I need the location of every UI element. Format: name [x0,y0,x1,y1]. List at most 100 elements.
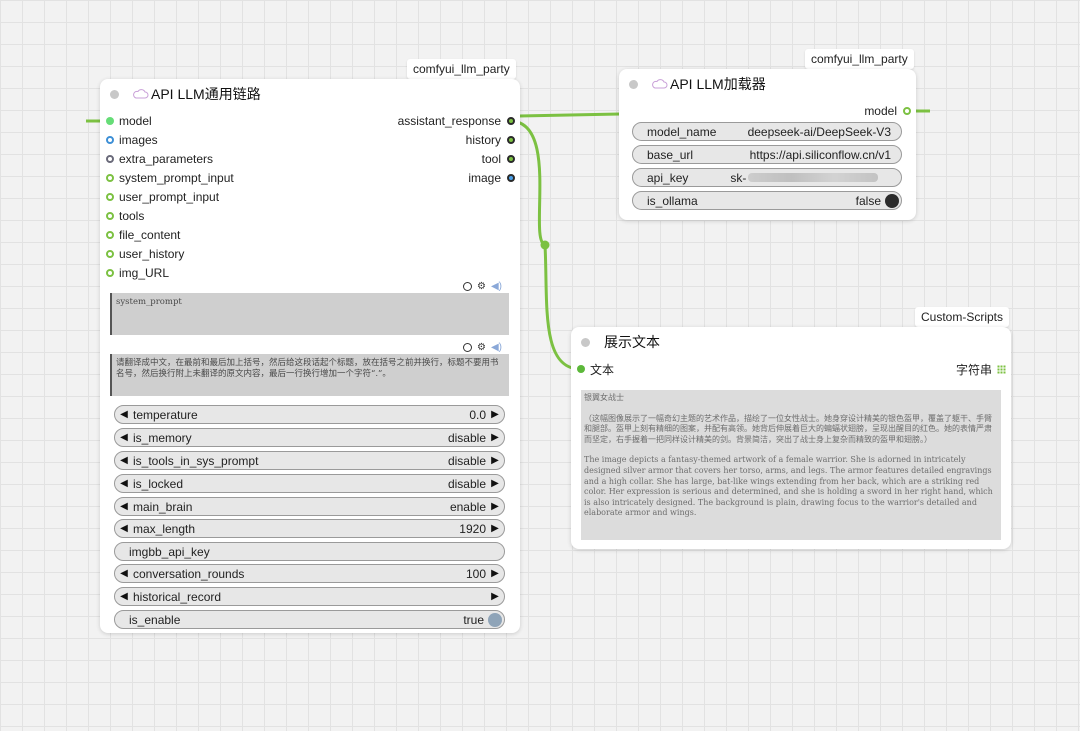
slot-dot-icon[interactable] [106,193,114,201]
widget-historical-record[interactable]: ◀ historical_record ▶ [114,587,505,606]
slot-label: assistant_response [397,114,501,128]
increment-arrow-icon[interactable]: ▶ [486,455,504,466]
preview-title: 银翼女战士 [584,393,624,402]
circle-icon[interactable] [463,343,472,352]
collapse-dot-icon[interactable] [110,89,119,99]
output-slot-string[interactable]: 字符串 [956,360,1006,378]
slot-dot-icon[interactable] [106,155,114,163]
text-preview-area[interactable]: 银翼女战士 （这幅图像展示了一幅奇幻主题的艺术作品，描绘了一位女性战士。她身穿设… [581,390,1001,540]
node-title-bar[interactable]: 展示文本 [571,327,1011,357]
input-slot-tools[interactable]: tools [106,207,144,225]
slot-label: tools [119,209,145,223]
increment-arrow-icon[interactable]: ▶ [486,432,504,443]
field-api-key[interactable]: api_key sk- [632,168,902,187]
decrement-arrow-icon[interactable]: ◀ [115,478,133,489]
widget-label: conversation_rounds [133,566,245,581]
input-slot-img-url[interactable]: img_URL [106,264,169,282]
slot-dot-icon[interactable] [106,231,114,239]
toggle-knob-icon[interactable] [885,193,899,208]
speaker-icon[interactable]: ◀) [491,281,502,292]
show-text-node[interactable]: 展示文本 文本 字符串 银翼女战士 （这幅图像展示了一幅奇幻主题的艺术作品，描绘… [571,327,1011,549]
slot-label: tool [481,152,501,166]
llm-chain-node[interactable]: API LLM通用链路 model images extra_parameter… [100,79,520,633]
slot-dot-icon[interactable] [106,212,114,220]
output-slot-image[interactable]: image [468,169,515,187]
increment-arrow-icon[interactable]: ▶ [486,501,504,512]
slot-label: system_prompt_input [119,171,234,185]
increment-arrow-icon[interactable]: ▶ [486,409,504,420]
input-slot-user-history[interactable]: user_history [106,245,184,263]
widget-value: false [855,193,881,208]
input-slot-text[interactable]: 文本 [577,360,614,378]
api-key-prefix: sk- [730,170,747,185]
user-prompt-text: 请翻译成中文，在最前和最后加上括号，然后给这段话起个标题，放在括号之前并换行，标… [116,358,499,379]
widget-main-brain[interactable]: ◀ main_brain enable ▶ [114,497,505,516]
widget-is-tools-in-sys-prompt[interactable]: ◀ is_tools_in_sys_prompt disable ▶ [114,451,505,470]
decrement-arrow-icon[interactable]: ◀ [115,568,133,579]
slot-dot-icon[interactable] [106,174,114,182]
node-title-bar[interactable]: API LLM加载器 [619,69,916,99]
decrement-arrow-icon[interactable]: ◀ [115,591,133,602]
widget-is-enable[interactable]: is_enable true [114,610,505,629]
output-slot-assistant-response[interactable]: assistant_response [398,112,515,130]
field-base-url[interactable]: base_url https://api.siliconflow.cn/v1 [632,145,902,164]
speaker-icon[interactable]: ◀) [491,342,502,353]
slot-dot-icon[interactable] [507,117,515,125]
decrement-arrow-icon[interactable]: ◀ [115,501,133,512]
llm-loader-node[interactable]: API LLM加载器 model model_name deepseek-ai/… [619,69,916,220]
slot-dot-icon[interactable] [106,269,114,277]
increment-arrow-icon[interactable]: ▶ [486,568,504,579]
slot-dot-icon[interactable] [507,174,515,182]
input-slot-model[interactable]: model [106,112,152,130]
widget-value: https://api.siliconflow.cn/v1 [749,147,891,162]
slot-dot-icon[interactable] [106,136,114,144]
collapse-dot-icon[interactable] [629,79,638,89]
decrement-arrow-icon[interactable]: ◀ [115,523,133,534]
system-prompt-textarea[interactable]: system_prompt [110,293,509,335]
output-slot-tool[interactable]: tool [482,150,515,168]
field-is-ollama[interactable]: is_ollama false [632,191,902,210]
decrement-arrow-icon[interactable]: ◀ [115,432,133,443]
decrement-arrow-icon[interactable]: ◀ [115,455,133,466]
widget-is-memory[interactable]: ◀ is_memory disable ▶ [114,428,505,447]
gear-icon[interactable]: ⚙ [477,342,486,353]
collapse-dot-icon[interactable] [581,337,590,347]
decrement-arrow-icon[interactable]: ◀ [115,409,133,420]
slot-dot-icon[interactable] [507,136,515,144]
widget-label: is_locked [133,476,184,491]
slot-label: history [465,133,501,147]
widget-temperature[interactable]: ◀ temperature 0.0 ▶ [114,405,505,424]
input-slot-images[interactable]: images [106,131,158,149]
widget-conversation-rounds[interactable]: ◀ conversation_rounds 100 ▶ [114,564,505,583]
cloud-icon [652,79,668,89]
cloud-icon [133,89,149,99]
slot-dot-icon[interactable] [106,117,114,125]
widget-max-length[interactable]: ◀ max_length 1920 ▶ [114,519,505,538]
slot-dot-icon[interactable] [903,107,911,115]
slot-dot-icon[interactable] [106,250,114,258]
toggle-knob-icon[interactable] [488,612,502,627]
user-prompt-tools: ⚙ ◀) [463,342,502,353]
output-slot-history[interactable]: history [466,131,515,149]
widget-imgbb-api-key[interactable]: imgbb_api_key [114,542,505,561]
widget-is-locked[interactable]: ◀ is_locked disable ▶ [114,474,505,493]
slot-dot-icon[interactable] [507,155,515,163]
input-slot-file-content[interactable]: file_content [106,226,180,244]
increment-arrow-icon[interactable]: ▶ [486,523,504,534]
input-slot-system-prompt-input[interactable]: system_prompt_input [106,169,234,187]
node-badge: comfyui_llm_party [407,59,516,79]
widget-value: deepseek-ai/DeepSeek-V3 [747,124,891,139]
grid-icon[interactable] [997,364,1006,374]
user-prompt-textarea[interactable]: 请翻译成中文，在最前和最后加上括号，然后给这段话起个标题，放在括号之前并换行，标… [110,354,509,396]
input-slot-extra-parameters[interactable]: extra_parameters [106,150,213,168]
gear-icon[interactable]: ⚙ [477,281,486,292]
increment-arrow-icon[interactable]: ▶ [486,478,504,489]
slot-dot-icon[interactable] [577,365,585,373]
field-model-name[interactable]: model_name deepseek-ai/DeepSeek-V3 [632,122,902,141]
slot-label: image [468,171,501,185]
input-slot-user-prompt-input[interactable]: user_prompt_input [106,188,219,206]
increment-arrow-icon[interactable]: ▶ [486,591,504,602]
output-slot-model[interactable]: model [864,102,911,120]
node-title-bar[interactable]: API LLM通用链路 [100,79,520,109]
circle-icon[interactable] [463,282,472,291]
